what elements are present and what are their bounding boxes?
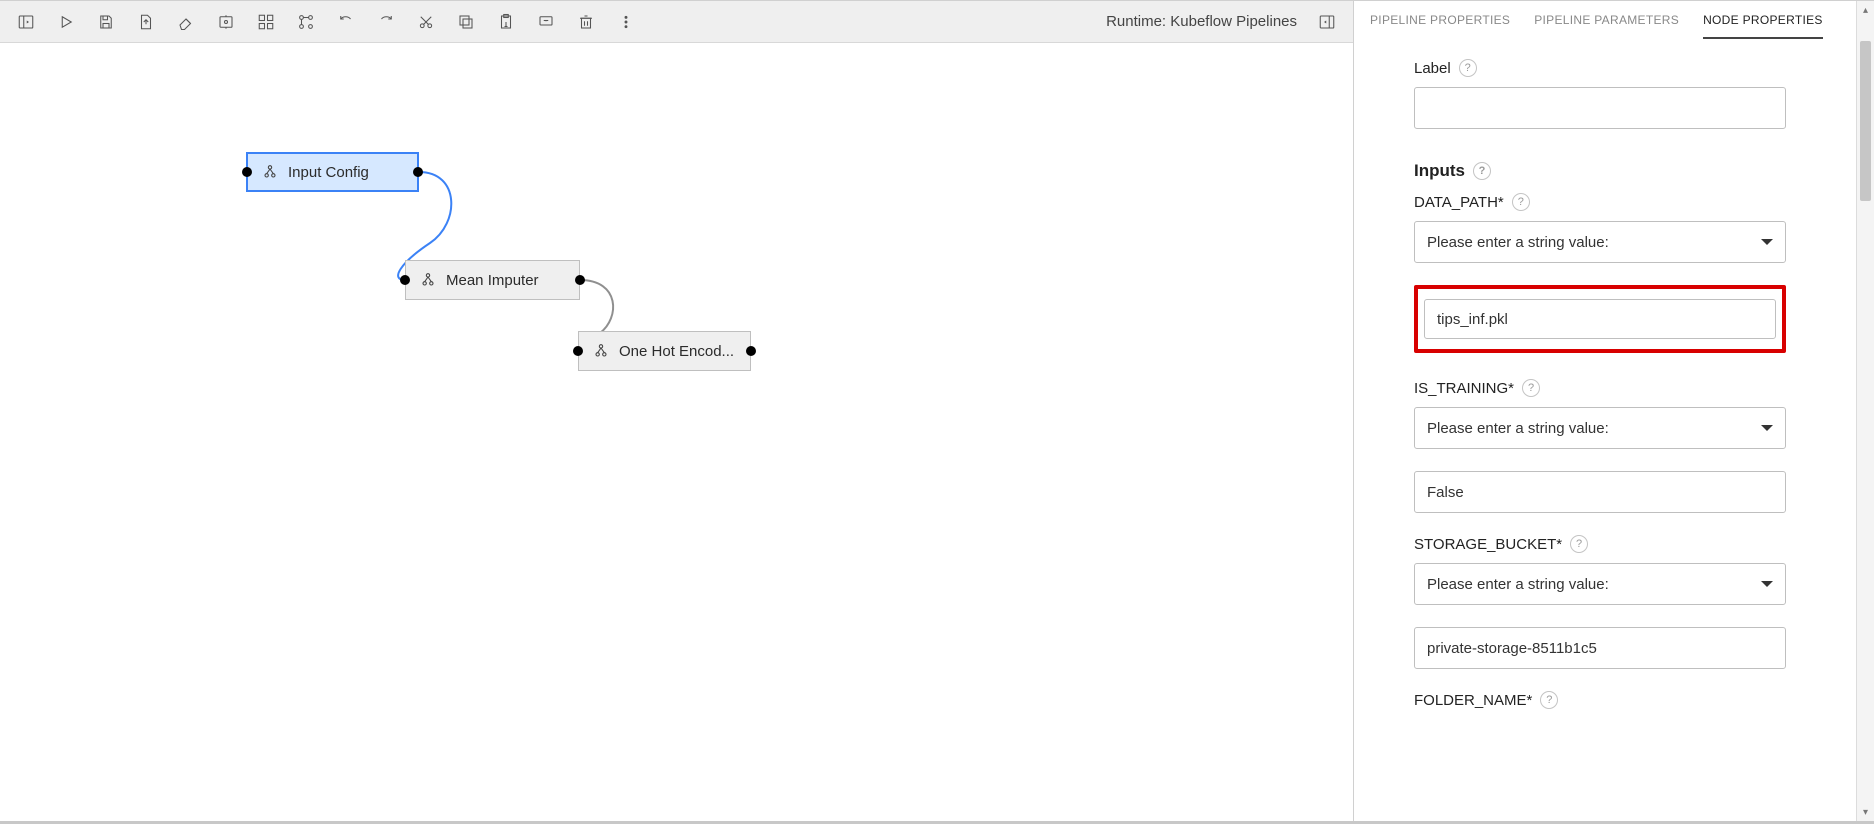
clear-icon[interactable] <box>166 1 206 43</box>
label-field-title: Label ? <box>1414 59 1786 77</box>
node-port-in[interactable] <box>242 167 252 177</box>
canvas-toolbar: Runtime: Kubeflow Pipelines <box>0 1 1353 43</box>
run-icon[interactable] <box>46 1 86 43</box>
help-icon[interactable]: ? <box>1459 59 1477 77</box>
help-icon[interactable]: ? <box>1540 691 1558 709</box>
chevron-down-icon <box>1761 425 1773 431</box>
is-training-type-select[interactable]: Please enter a string value: <box>1414 407 1786 449</box>
data-path-type-select[interactable]: Please enter a string value: <box>1414 221 1786 263</box>
help-icon[interactable]: ? <box>1512 193 1530 211</box>
undo-icon[interactable] <box>326 1 366 43</box>
scrollbar[interactable]: ▴ ▾ <box>1856 1 1874 821</box>
tab-node-properties[interactable]: NODE PROPERTIES <box>1703 13 1823 39</box>
node-port-out[interactable] <box>575 275 585 285</box>
node-port-in[interactable] <box>400 275 410 285</box>
edges-layer <box>0 43 1353 821</box>
node-label: One Hot Encod... <box>619 343 734 360</box>
storage-bucket-value-input[interactable] <box>1414 627 1786 669</box>
storage-bucket-type-select[interactable]: Please enter a string value: <box>1414 563 1786 605</box>
tab-pipeline-parameters[interactable]: PIPELINE PARAMETERS <box>1534 13 1679 39</box>
is-training-label: IS_TRAINING* ? <box>1414 379 1786 397</box>
component-icon <box>260 162 280 182</box>
component-icon <box>591 341 611 361</box>
data-path-value-highlight <box>1414 285 1786 353</box>
scroll-up-icon[interactable]: ▴ <box>1857 1 1874 19</box>
redo-icon[interactable] <box>366 1 406 43</box>
chevron-down-icon <box>1761 239 1773 245</box>
node-one-hot-encoder[interactable]: One Hot Encod... <box>578 331 751 371</box>
open-panel-icon[interactable] <box>206 1 246 43</box>
component-icon <box>418 270 438 290</box>
nodes-icon[interactable] <box>286 1 326 43</box>
export-icon[interactable] <box>126 1 166 43</box>
canvas-area: Runtime: Kubeflow Pipelines Input Config <box>0 1 1354 821</box>
is-training-value-input[interactable] <box>1414 471 1786 513</box>
data-path-label: DATA_PATH* ? <box>1414 193 1786 211</box>
storage-bucket-label: STORAGE_BUCKET* ? <box>1414 535 1786 553</box>
paste-icon[interactable] <box>486 1 526 43</box>
comment-icon[interactable] <box>526 1 566 43</box>
node-label: Mean Imputer <box>446 272 539 289</box>
scroll-down-icon[interactable]: ▾ <box>1857 803 1874 821</box>
tab-pipeline-properties[interactable]: PIPELINE PROPERTIES <box>1370 13 1510 39</box>
help-icon[interactable]: ? <box>1522 379 1540 397</box>
delete-icon[interactable] <box>566 1 606 43</box>
properties-panel: PIPELINE PROPERTIES PIPELINE PARAMETERS … <box>1354 1 1874 821</box>
node-port-out[interactable] <box>413 167 423 177</box>
node-label: Input Config <box>288 164 369 181</box>
save-icon[interactable] <box>86 1 126 43</box>
panel-toggle-right-icon[interactable] <box>1307 1 1347 43</box>
node-port-out[interactable] <box>746 346 756 356</box>
app-root: Runtime: Kubeflow Pipelines Input Config <box>0 0 1874 824</box>
label-input[interactable] <box>1414 87 1786 129</box>
cut-icon[interactable] <box>406 1 446 43</box>
more-icon[interactable] <box>606 1 646 43</box>
scroll-thumb[interactable] <box>1860 41 1871 201</box>
node-input-config[interactable]: Input Config <box>246 152 419 192</box>
panel-toggle-left-icon[interactable] <box>6 1 46 43</box>
copy-icon[interactable] <box>446 1 486 43</box>
help-icon[interactable]: ? <box>1570 535 1588 553</box>
data-path-value-input[interactable] <box>1424 299 1776 339</box>
runtime-label: Runtime: Kubeflow Pipelines <box>1106 13 1307 30</box>
node-mean-imputer[interactable]: Mean Imputer <box>405 260 580 300</box>
pipeline-canvas[interactable]: Input Config Mean Imputer One Hot Encod.… <box>0 43 1353 821</box>
chevron-down-icon <box>1761 581 1773 587</box>
properties-tabs: PIPELINE PROPERTIES PIPELINE PARAMETERS … <box>1354 1 1856 39</box>
folder-name-label: FOLDER_NAME* ? <box>1414 691 1786 709</box>
node-port-in[interactable] <box>573 346 583 356</box>
palette-icon[interactable] <box>246 1 286 43</box>
help-icon[interactable]: ? <box>1473 162 1491 180</box>
inputs-section-title: Inputs ? <box>1414 161 1786 181</box>
